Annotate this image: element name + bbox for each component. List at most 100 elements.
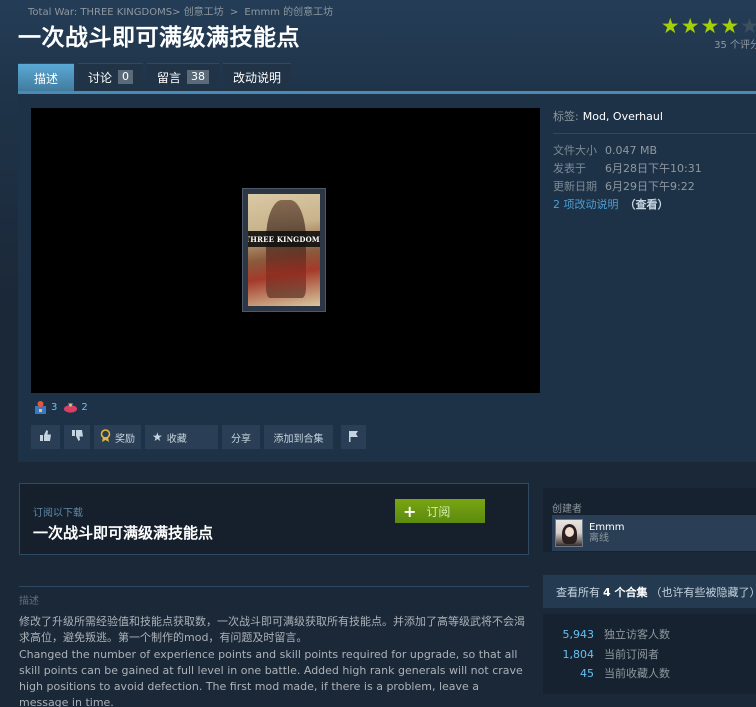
rating-count: 35 个评分 [714,40,756,51]
subscribe-panel: 订阅以下载 一次战斗即可满级满技能点 + 订阅 [19,483,529,555]
page-title: 一次战斗即可满级满技能点 [18,25,300,51]
subscribe-button[interactable]: + 订阅 [395,499,485,523]
star-icon: ★ [660,14,681,38]
creator-status: 离线 [589,533,609,544]
creator-label: 创建者 [552,504,582,515]
cover-art: THREE KINGDOMS [248,194,320,306]
subscribe-button-label: 订阅 [426,504,451,519]
tags-row: 标签: Mod, Overhaul [553,108,756,134]
awards-row: 3 2 [33,400,88,415]
creator-panel: 创建者 Emmm 离线 [543,488,756,552]
tab-count-badge: 38 [187,70,210,84]
breadcrumb: Total War: THREE KINGDOMS> 创意工坊 > Emmm 的… [28,3,333,18]
subscribe-item-title: 一次战斗即可满级满技能点 [33,524,214,542]
subscribe-label: 订阅以下载 [33,508,83,519]
description-en: Changed the number of experience points … [19,647,523,707]
star-icon: ★ [152,430,163,444]
stat-value: 6月28日下午10:31 [605,162,702,175]
tab-comments[interactable]: 留言 38 [147,63,220,90]
add-to-collection-label: 添加到合集 [273,433,324,445]
breadcrumb-workshop[interactable]: 创意工坊 [184,7,224,18]
award-rocket-icon [33,400,48,415]
tab-change-notes[interactable]: 改动说明 [223,63,292,90]
award-fish-icon [63,400,78,415]
rating: ★★★★★ 35 个评分 [661,14,756,51]
stat-label: 独立访客人数 [604,628,670,641]
award-count: 2 [81,402,88,413]
file-size-row: 文件大小 0.047 MB [553,142,756,160]
collections-count: 4 个合集 [603,585,648,599]
details-panel: 标签: Mod, Overhaul 文件大小 0.047 MB 发表于 6月28日… [553,108,756,214]
tab-label: 讨论 [88,70,113,85]
tab-label: 描述 [34,71,59,86]
tab-count-badge: 0 [118,70,134,84]
favorite-button-label: 收藏 [166,433,187,445]
favorite-button[interactable]: ★ 收藏 [145,425,218,449]
award-fish[interactable]: 2 [63,400,88,415]
change-notes-link[interactable]: 2 项改动说明 [553,198,619,211]
thumbs-up-icon [39,429,52,445]
stats-panel: 5,943 独立访客人数 1,804 当前订阅者 45 当前收藏人数 [543,614,756,694]
stat-number: 1,804 [562,647,595,661]
description-body: 修改了升级所需经验值和技能点获取数，一次战斗即可满级获取所有技能点。并添加了高等… [19,614,529,707]
posted-row: 发表于 6月28日下午10:31 [553,160,756,178]
view-change-notes-link[interactable]: （查看） [625,198,669,211]
collections-link[interactable]: 查看所有 4 个合集 （也许有些被隐藏了） [543,575,756,608]
award-button-label: 奖励 [115,433,135,445]
report-button[interactable] [341,425,366,449]
star-icon: ★ [700,14,721,38]
preview-image[interactable]: THREE KINGDOMS [242,188,326,312]
award-count: 3 [51,402,58,413]
cover-figure [266,200,306,298]
award-medal-icon [100,428,111,446]
star-icon: ★ [680,14,701,38]
stat-value: 6月29日下午9:22 [605,180,695,193]
action-bar: 奖励 ★ 收藏 分享 添加到合集 [31,425,366,449]
collections-note: （也许有些被隐藏了） [650,585,756,599]
stat-value: 0.047 MB [605,144,658,157]
tab-bar: 描述 讨论 0 留言 38 改动说明 [18,63,292,92]
plus-icon: + [403,501,417,521]
stat-favorites: 45 当前收藏人数 [543,664,756,684]
flag-icon [348,430,359,445]
rating-stars: ★★★★★ [661,14,756,38]
description-heading: 描述 [19,586,529,607]
creator-block[interactable]: Emmm 离线 [552,515,756,551]
stat-subscribers: 1,804 当前订阅者 [543,645,756,665]
award-rocket[interactable]: 3 [33,400,57,415]
breadcrumb-separator: > [229,7,239,18]
breadcrumb-author-workshop[interactable]: Emmm 的创意工坊 [244,7,333,18]
stat-number: 45 [580,667,594,680]
avatar-face [565,527,574,537]
stat-key: 发表于 [553,162,586,175]
add-to-collection-button[interactable]: 添加到合集 [264,425,333,449]
avatar[interactable] [555,519,583,547]
tags-value[interactable]: Mod, Overhaul [583,110,663,123]
creator-info: Emmm 离线 [589,522,625,544]
stat-label: 当前订阅者 [604,647,659,661]
star-empty-icon: ★ [740,14,756,38]
award-button[interactable]: 奖励 [94,425,141,449]
star-icon: ★ [720,14,741,38]
change-notes-row: 2 项改动说明 （查看） [553,196,756,214]
breadcrumb-game[interactable]: Total War: THREE KINGDOMS> [28,7,180,18]
tab-label: 留言 [157,70,182,85]
share-button[interactable]: 分享 [222,425,260,449]
description-zh: 修改了升级所需经验值和技能点获取数，一次战斗即可满级获取所有技能点。并添加了高等… [19,615,525,645]
stat-number: 5,943 [562,628,595,641]
collections-prefix: 查看所有 [556,585,600,599]
creator-name[interactable]: Emmm [589,522,625,533]
vote-down-button[interactable] [64,425,90,449]
workshop-item-page: Total War: THREE KINGDOMS> 创意工坊 > Emmm 的… [0,0,756,707]
thumbs-down-icon [71,429,84,445]
tab-discussions[interactable]: 讨论 0 [78,63,144,90]
stat-label: 当前收藏人数 [604,667,670,680]
updated-row: 更新日期 6月29日下午9:22 [553,178,756,196]
cover-logo: THREE KINGDOMS [248,231,320,247]
stat-unique-visitors: 5,943 独立访客人数 [543,625,756,645]
share-button-label: 分享 [231,433,251,445]
vote-up-button[interactable] [31,425,60,449]
tab-description[interactable]: 描述 [18,63,75,92]
stat-key: 更新日期 [553,180,597,193]
tab-label: 改动说明 [233,70,282,85]
